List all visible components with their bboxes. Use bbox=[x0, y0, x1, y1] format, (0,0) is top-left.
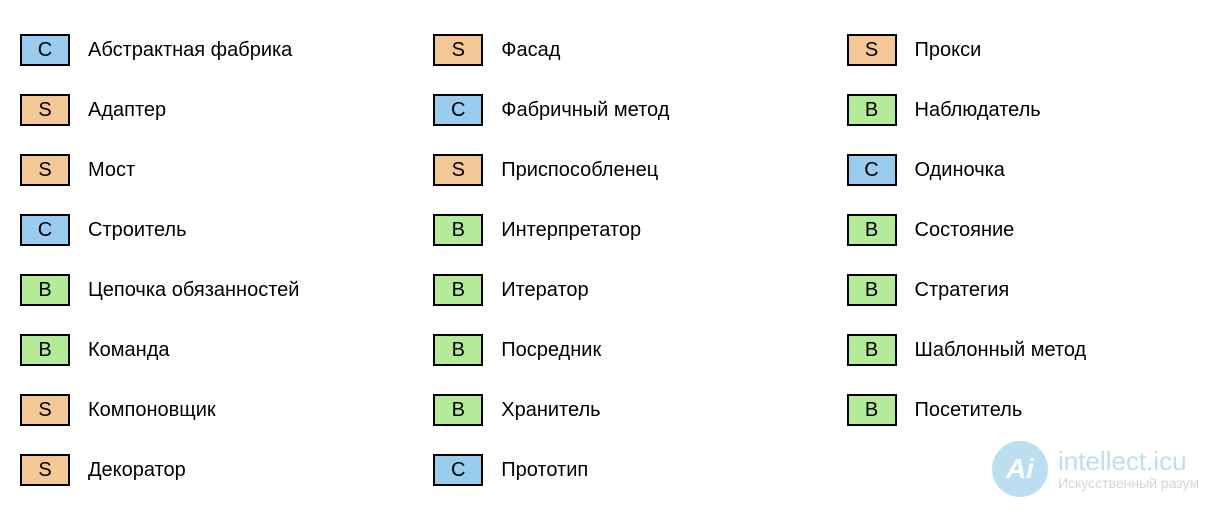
pattern-label: Состояние bbox=[915, 219, 1015, 242]
type-badge: S bbox=[433, 34, 483, 66]
type-badge: B bbox=[847, 274, 897, 306]
type-badge: S bbox=[20, 454, 70, 486]
column-1: C Абстрактная фабрика S Адаптер S Мост C… bbox=[20, 20, 433, 500]
pattern-row: B Стратегия bbox=[847, 260, 1205, 320]
type-badge: C bbox=[433, 454, 483, 486]
type-badge: B bbox=[847, 334, 897, 366]
pattern-row: B Посредник bbox=[433, 320, 846, 380]
pattern-label: Строитель bbox=[88, 219, 187, 242]
pattern-row: B Шаблонный метод bbox=[847, 320, 1205, 380]
pattern-label: Стратегия bbox=[915, 279, 1010, 302]
type-badge: S bbox=[20, 94, 70, 126]
type-badge: B bbox=[847, 394, 897, 426]
type-badge: S bbox=[20, 154, 70, 186]
pattern-row: S Прокси bbox=[847, 20, 1205, 80]
pattern-row: C Одиночка bbox=[847, 140, 1205, 200]
pattern-label: Прокси bbox=[915, 39, 982, 62]
pattern-row: S Фасад bbox=[433, 20, 846, 80]
pattern-label: Наблюдатель bbox=[915, 99, 1041, 122]
type-badge: C bbox=[433, 94, 483, 126]
type-badge: B bbox=[847, 214, 897, 246]
pattern-label: Компоновщик bbox=[88, 399, 216, 422]
pattern-label: Посредник bbox=[501, 339, 601, 362]
type-badge: S bbox=[433, 154, 483, 186]
pattern-label: Фасад bbox=[501, 39, 560, 62]
pattern-row: S Адаптер bbox=[20, 80, 433, 140]
pattern-label: Прототип bbox=[501, 459, 588, 482]
pattern-label: Приспособленец bbox=[501, 159, 658, 182]
pattern-row: B Интерпретатор bbox=[433, 200, 846, 260]
pattern-row: C Прототип bbox=[433, 440, 846, 500]
type-badge: S bbox=[847, 34, 897, 66]
type-badge: B bbox=[20, 274, 70, 306]
pattern-row: S Декоратор bbox=[20, 440, 433, 500]
pattern-columns: C Абстрактная фабрика S Адаптер S Мост C… bbox=[0, 0, 1215, 509]
pattern-label: Команда bbox=[88, 339, 169, 362]
type-badge: B bbox=[20, 334, 70, 366]
pattern-row: B Наблюдатель bbox=[847, 80, 1205, 140]
pattern-label: Шаблонный метод bbox=[915, 339, 1087, 362]
column-3: S Прокси B Наблюдатель C Одиночка B Сост… bbox=[847, 20, 1205, 500]
type-badge: B bbox=[433, 274, 483, 306]
pattern-label: Итератор bbox=[501, 279, 588, 302]
pattern-label: Мост bbox=[88, 159, 135, 182]
column-2: S Фасад C Фабричный метод S Приспособлен… bbox=[433, 20, 846, 500]
type-badge: S bbox=[20, 394, 70, 426]
type-badge: B bbox=[433, 334, 483, 366]
pattern-label: Одиночка bbox=[915, 159, 1005, 182]
type-badge: C bbox=[20, 34, 70, 66]
pattern-row: S Приспособленец bbox=[433, 140, 846, 200]
pattern-row: B Итератор bbox=[433, 260, 846, 320]
pattern-label: Адаптер bbox=[88, 99, 166, 122]
type-badge: B bbox=[847, 94, 897, 126]
pattern-row: B Посетитель bbox=[847, 380, 1205, 440]
type-badge: C bbox=[20, 214, 70, 246]
pattern-label: Абстрактная фабрика bbox=[88, 39, 292, 62]
pattern-label: Интерпретатор bbox=[501, 219, 641, 242]
pattern-label: Цепочка обязанностей bbox=[88, 279, 299, 302]
pattern-row: B Состояние bbox=[847, 200, 1205, 260]
type-badge: B bbox=[433, 214, 483, 246]
pattern-label: Фабричный метод bbox=[501, 99, 669, 122]
pattern-row: B Цепочка обязанностей bbox=[20, 260, 433, 320]
pattern-row: B Команда bbox=[20, 320, 433, 380]
pattern-row: S Мост bbox=[20, 140, 433, 200]
pattern-row: S Компоновщик bbox=[20, 380, 433, 440]
pattern-label: Посетитель bbox=[915, 399, 1023, 422]
pattern-label: Декоратор bbox=[88, 459, 186, 482]
type-badge: C bbox=[847, 154, 897, 186]
type-badge: B bbox=[433, 394, 483, 426]
pattern-row: C Абстрактная фабрика bbox=[20, 20, 433, 80]
pattern-label: Хранитель bbox=[501, 399, 600, 422]
pattern-row: C Строитель bbox=[20, 200, 433, 260]
pattern-row: B Хранитель bbox=[433, 380, 846, 440]
pattern-row: C Фабричный метод bbox=[433, 80, 846, 140]
